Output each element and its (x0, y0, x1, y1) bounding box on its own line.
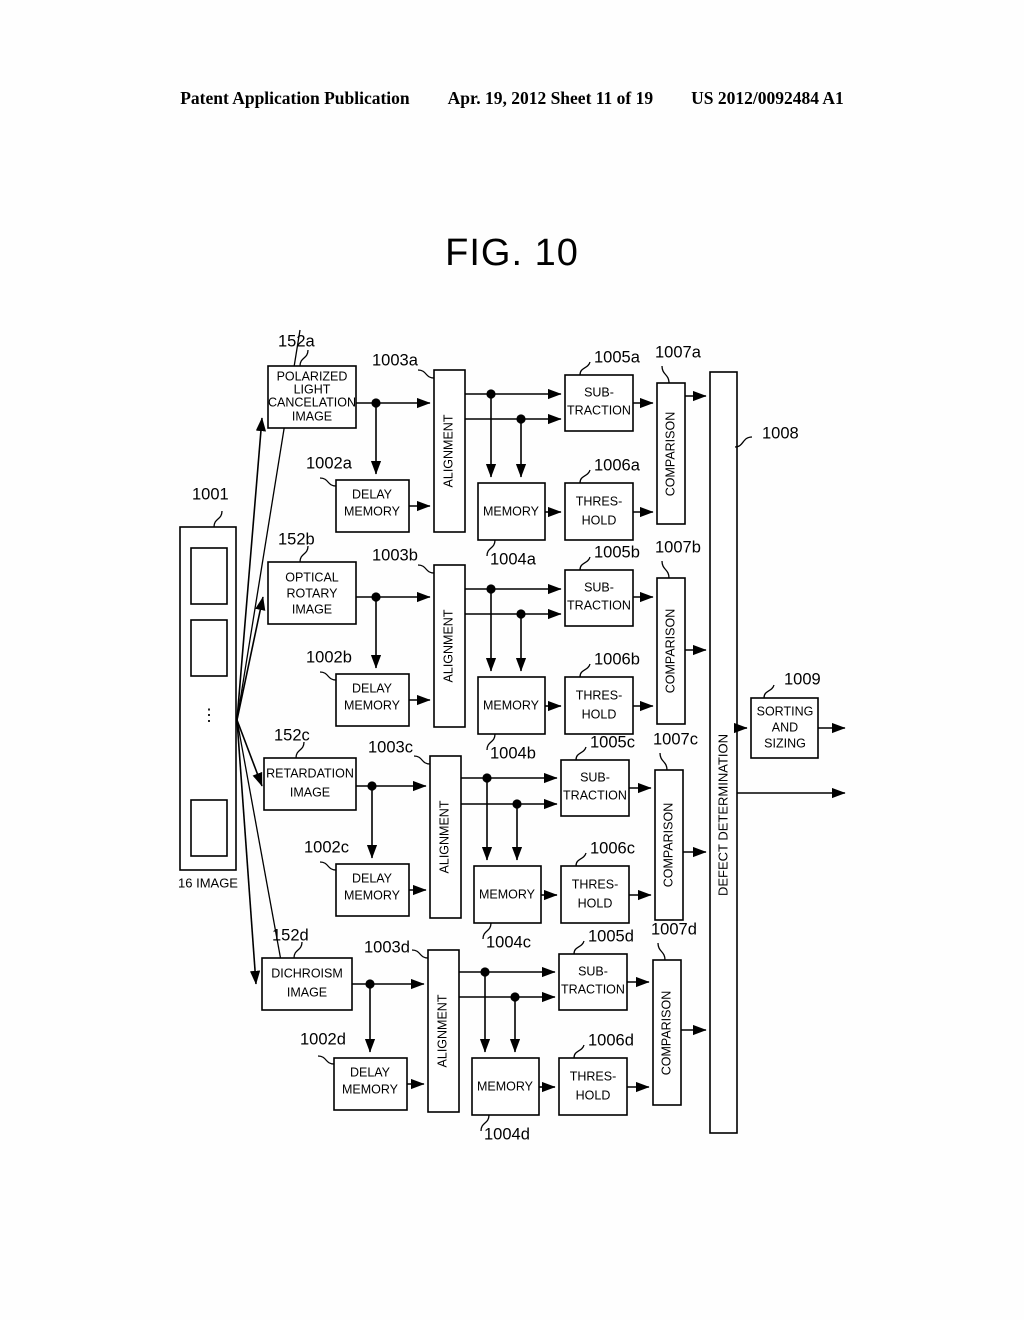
subtraction-a-line-1: TRACTION (567, 403, 631, 417)
threshold-b-line-1: HOLD (582, 707, 617, 721)
delay-c-line-1: MEMORY (344, 888, 401, 902)
delay-d-line-1: MEMORY (342, 1082, 399, 1096)
ref-1006c: 1006c (590, 839, 635, 857)
image-box-d-line-0: DICHROISM (271, 966, 343, 980)
sorting-line-1: AND (772, 720, 798, 734)
threshold-box-b[interactable] (564, 676, 634, 735)
memory-b-label: MEMORY (483, 698, 540, 712)
ref-152c: 152c (274, 726, 310, 744)
ref-1007d: 1007d (651, 920, 697, 938)
threshold-a-line-1: HOLD (582, 513, 617, 527)
ref-1009: 1009 (784, 670, 821, 688)
defect-determination-label: DEFECT DETERMINATION (715, 734, 730, 896)
ref-1006a: 1006a (594, 456, 641, 474)
alignment-b-label: ALIGNMENT (441, 609, 455, 682)
image-box-a-line-2: CANCELATION (268, 395, 356, 409)
threshold-d-line-1: HOLD (576, 1088, 611, 1102)
stack-caption: 16 IMAGE (178, 875, 238, 890)
memory-a-label: MEMORY (483, 504, 540, 518)
threshold-a-line-0: THRES- (576, 494, 623, 508)
subtraction-b-line-0: SUB- (584, 580, 614, 594)
stack-ellipsis: ⋮ (201, 705, 218, 724)
ref-1003c: 1003c (368, 738, 413, 756)
ref-1004b: 1004b (490, 744, 536, 762)
threshold-box-d[interactable] (558, 1057, 628, 1116)
image-box-a-line-3: IMAGE (292, 409, 332, 423)
comparison-b-label: COMPARISON (663, 609, 677, 694)
subtraction-d-line-0: SUB- (578, 964, 608, 978)
image-box-c-line-1: IMAGE (290, 785, 330, 799)
comparison-a-label: COMPARISON (663, 412, 677, 497)
ref-1008: 1008 (762, 424, 799, 442)
ref-1006b: 1006b (594, 650, 640, 668)
ref-1005d: 1005d (588, 927, 634, 945)
threshold-box-c[interactable] (560, 865, 630, 924)
channel-d: DICHROISM IMAGE 152d DELAY MEMORY 1002d … (261, 920, 707, 1143)
channel-b: OPTICAL ROTARY IMAGE 152b DELAY MEMORY 1… (267, 530, 707, 762)
delay-d-line-0: DELAY (350, 1065, 391, 1079)
delay-b-line-1: MEMORY (344, 698, 401, 712)
ref-1004a: 1004a (490, 550, 537, 568)
image-box-b-line-2: IMAGE (292, 602, 332, 616)
ref-1003b: 1003b (372, 546, 418, 564)
ref-1001: 1001 (192, 485, 229, 503)
channel-c: RETARDATION IMAGE 152c DELAY MEMORY 1002… (263, 726, 707, 951)
ref-1002d: 1002d (300, 1030, 346, 1048)
image-box-d-line-1: IMAGE (287, 985, 327, 999)
channel-a: POLARIZED LIGHT CANCELATION IMAGE 152a D… (267, 332, 707, 568)
image-box-a-line-1: LIGHT (294, 382, 331, 396)
subtraction-b-line-1: TRACTION (567, 598, 631, 612)
sorting-line-0: SORTING (757, 704, 814, 718)
image-box-b-line-1: ROTARY (287, 586, 339, 600)
memory-d-label: MEMORY (477, 1079, 534, 1093)
ref-1005c: 1005c (590, 733, 635, 751)
ref-1007a: 1007a (655, 343, 702, 361)
alignment-d-label: ALIGNMENT (435, 994, 449, 1067)
sorting-line-2: SIZING (764, 736, 806, 750)
subtraction-a-line-0: SUB- (584, 385, 614, 399)
ref-1007b: 1007b (655, 538, 701, 556)
ref-1002a: 1002a (306, 454, 353, 472)
image-box-b-line-0: OPTICAL (285, 570, 339, 584)
ref-1002b: 1002b (306, 648, 352, 666)
delay-a-line-0: DELAY (352, 487, 393, 501)
ref-1003d: 1003d (364, 938, 410, 956)
subtraction-c-line-0: SUB- (580, 770, 610, 784)
comparison-c-label: COMPARISON (661, 803, 675, 888)
delay-b-line-0: DELAY (352, 681, 393, 695)
threshold-d-line-0: THRES- (570, 1069, 617, 1083)
alignment-a-label: ALIGNMENT (441, 414, 455, 487)
ref-1003a: 1003a (372, 351, 419, 369)
page-canvas: Patent Application Publication Apr. 19, 2… (0, 0, 1024, 1320)
threshold-c-line-1: HOLD (578, 896, 613, 910)
ref-152a: 152a (278, 332, 316, 350)
source-fanout-arrows (236, 329, 301, 1011)
delay-a-line-1: MEMORY (344, 504, 401, 518)
threshold-b-line-0: THRES- (576, 688, 623, 702)
memory-c-label: MEMORY (479, 887, 536, 901)
ref-152d: 152d (272, 926, 309, 944)
ref-1005a: 1005a (594, 348, 641, 366)
subtraction-d-line-1: TRACTION (561, 982, 625, 996)
ref-1004c: 1004c (486, 933, 531, 951)
source-image-stack: ⋮ 16 IMAGE 1001 (178, 485, 238, 890)
delay-c-line-0: DELAY (352, 871, 393, 885)
ref-1007c: 1007c (653, 730, 698, 748)
threshold-c-line-0: THRES- (572, 877, 619, 891)
subtraction-c-line-1: TRACTION (563, 788, 627, 802)
image-box-a-line-0: POLARIZED (277, 369, 348, 383)
figure-10-block-diagram: ⋮ 16 IMAGE 1001 POLARIZED LIGHT CANCELAT… (178, 329, 846, 1143)
alignment-c-label: ALIGNMENT (437, 800, 451, 873)
threshold-box-a[interactable] (564, 482, 634, 541)
ref-1002c: 1002c (304, 838, 349, 856)
ref-152b: 152b (278, 530, 315, 548)
ref-1006d: 1006d (588, 1031, 634, 1049)
ref-1005b: 1005b (594, 543, 640, 561)
ref-1004d: 1004d (484, 1125, 530, 1143)
comparison-d-label: COMPARISON (659, 991, 673, 1076)
image-box-c-line-0: RETARDATION (266, 766, 354, 780)
sorting-sizing-group: SORTING AND SIZING 1009 (733, 670, 846, 799)
